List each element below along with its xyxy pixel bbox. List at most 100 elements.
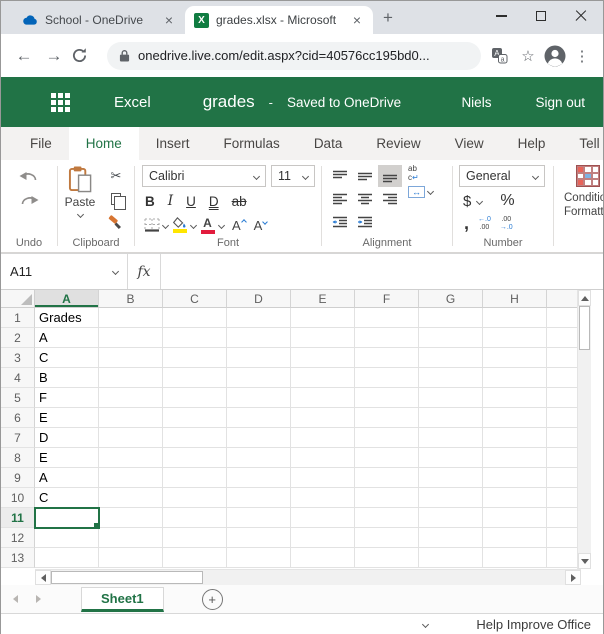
cell-E1[interactable]: [291, 308, 355, 328]
paste-dropdown-icon[interactable]: [76, 211, 83, 218]
cell-C8[interactable]: [163, 448, 227, 468]
cell-E4[interactable]: [291, 368, 355, 388]
ribbon-tab-home[interactable]: Home: [69, 127, 139, 160]
cell-D7[interactable]: [227, 428, 291, 448]
cell-B9[interactable]: [99, 468, 163, 488]
cell-B8[interactable]: [99, 448, 163, 468]
scroll-up-button[interactable]: [578, 290, 591, 306]
cell-B3[interactable]: [99, 348, 163, 368]
italic-button[interactable]: I: [168, 193, 173, 209]
cell-G7[interactable]: [419, 428, 483, 448]
column-header-F[interactable]: F: [355, 290, 419, 308]
bold-button[interactable]: B: [145, 194, 155, 209]
font-size-select[interactable]: 11: [271, 165, 315, 187]
cell-H10[interactable]: [483, 488, 547, 508]
cell-E7[interactable]: [291, 428, 355, 448]
cell-D10[interactable]: [227, 488, 291, 508]
horizontal-scrollbar[interactable]: [35, 569, 581, 585]
row-header-10[interactable]: 10: [1, 488, 35, 508]
row-header-2[interactable]: 2: [1, 328, 35, 348]
cell-C2[interactable]: [163, 328, 227, 348]
cell-E12[interactable]: [291, 528, 355, 548]
cell-H13[interactable]: [483, 548, 547, 568]
column-header-D[interactable]: D: [227, 290, 291, 308]
wrap-text-button[interactable]: ab c↵: [408, 165, 433, 183]
align-top-button[interactable]: [328, 165, 352, 187]
scroll-right-button[interactable]: [565, 570, 581, 585]
browser-tab-school-onedrive[interactable]: School - OneDrive ×: [13, 6, 185, 34]
decrease-indent-button[interactable]: [328, 211, 352, 233]
cell-I8[interactable]: [547, 448, 577, 468]
cell-F10[interactable]: [355, 488, 419, 508]
new-tab-button[interactable]: +: [383, 8, 393, 28]
cell-H5[interactable]: [483, 388, 547, 408]
insert-function-button[interactable]: fx: [128, 254, 161, 289]
ribbon-tab-help[interactable]: Help: [501, 127, 563, 160]
cell-F6[interactable]: [355, 408, 419, 428]
cell-E8[interactable]: [291, 448, 355, 468]
refresh-button[interactable]: [71, 47, 97, 64]
cell-H6[interactable]: [483, 408, 547, 428]
back-button[interactable]: ←: [11, 46, 37, 66]
cell-H1[interactable]: [483, 308, 547, 328]
cell-I10[interactable]: [547, 488, 577, 508]
formula-input[interactable]: [161, 254, 603, 289]
column-header-B[interactable]: B: [99, 290, 163, 308]
cell-F7[interactable]: [355, 428, 419, 448]
cell-H7[interactable]: [483, 428, 547, 448]
column-header-A[interactable]: A: [35, 290, 99, 308]
row-header-12[interactable]: 12: [1, 528, 35, 548]
decrease-decimal-button[interactable]: .00 →.0: [500, 216, 513, 232]
format-painter-button[interactable]: [104, 211, 128, 232]
cell-A2[interactable]: A: [35, 328, 99, 348]
cut-button[interactable]: ✂: [104, 165, 128, 186]
cell-F8[interactable]: [355, 448, 419, 468]
row-header-1[interactable]: 1: [1, 308, 35, 328]
cell-A5[interactable]: F: [35, 388, 99, 408]
cell-I12[interactable]: [547, 528, 577, 548]
sign-out-link[interactable]: Sign out: [535, 95, 585, 110]
paste-button[interactable]: Paste: [58, 165, 102, 232]
cell-E10[interactable]: [291, 488, 355, 508]
font-color-dropdown-icon[interactable]: [218, 221, 225, 228]
row-header-8[interactable]: 8: [1, 448, 35, 468]
scroll-down-button[interactable]: [578, 553, 591, 569]
align-center-button[interactable]: [353, 188, 377, 210]
borders-dropdown-icon[interactable]: [162, 221, 169, 228]
cell-C9[interactable]: [163, 468, 227, 488]
cell-B7[interactable]: [99, 428, 163, 448]
cell-F4[interactable]: [355, 368, 419, 388]
minimize-button[interactable]: [496, 15, 507, 17]
cell-C4[interactable]: [163, 368, 227, 388]
borders-button[interactable]: [144, 218, 160, 232]
selected-cell-A11[interactable]: [35, 508, 99, 528]
select-all-corner[interactable]: [1, 290, 35, 308]
cell-B10[interactable]: [99, 488, 163, 508]
cell-F3[interactable]: [355, 348, 419, 368]
close-tab-icon[interactable]: ×: [350, 12, 364, 28]
cell-G8[interactable]: [419, 448, 483, 468]
row-header-6[interactable]: 6: [1, 408, 35, 428]
underline-button[interactable]: U: [186, 194, 196, 209]
cell-F13[interactable]: [355, 548, 419, 568]
translate-icon[interactable]: Aa: [491, 47, 513, 64]
next-sheet-button[interactable]: [36, 595, 41, 603]
align-left-button[interactable]: [328, 188, 352, 210]
cell-D4[interactable]: [227, 368, 291, 388]
cell-I13[interactable]: [547, 548, 577, 568]
cell-H3[interactable]: [483, 348, 547, 368]
vertical-scrollbar-thumb[interactable]: [579, 306, 590, 350]
fill-color-dropdown-icon[interactable]: [190, 221, 197, 228]
browser-menu-icon[interactable]: ⋮: [571, 47, 593, 65]
window-close-button[interactable]: [575, 10, 587, 22]
cell-A6[interactable]: E: [35, 408, 99, 428]
cell-D13[interactable]: [227, 548, 291, 568]
cell-F2[interactable]: [355, 328, 419, 348]
row-header-7[interactable]: 7: [1, 428, 35, 448]
copy-button[interactable]: [104, 188, 128, 209]
ribbon-tab-file[interactable]: File: [13, 127, 69, 160]
cell-B12[interactable]: [99, 528, 163, 548]
comma-style-button[interactable]: ,: [464, 220, 469, 227]
cell-H2[interactable]: [483, 328, 547, 348]
fill-color-button[interactable]: [171, 217, 188, 233]
